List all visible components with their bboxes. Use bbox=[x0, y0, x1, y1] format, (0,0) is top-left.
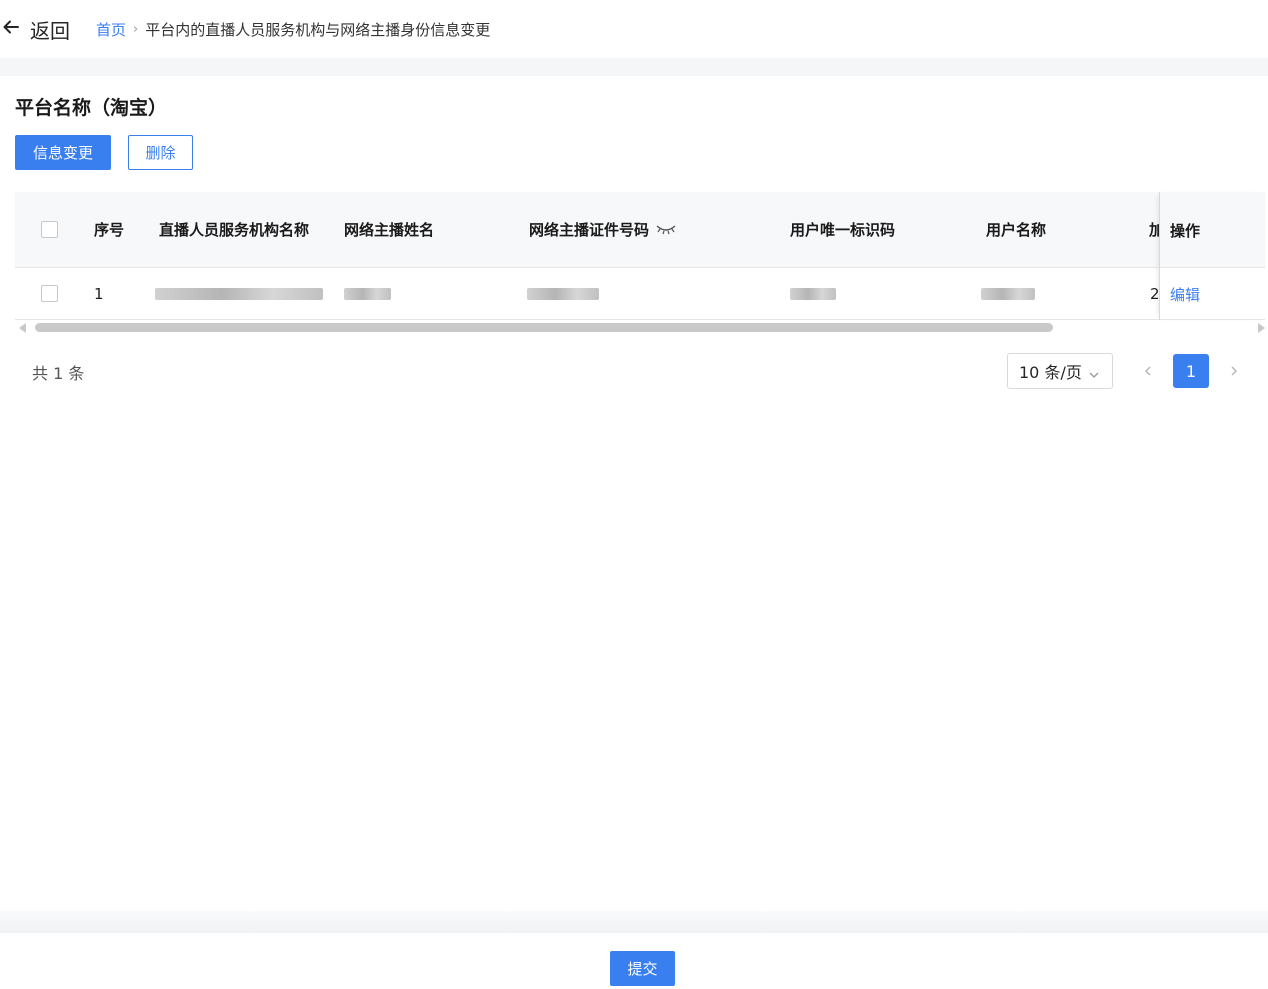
back-label: 返回 bbox=[30, 18, 70, 43]
page-number-current[interactable]: 1 bbox=[1173, 354, 1209, 388]
fixed-action-column: 操作 编辑 bbox=[1159, 192, 1265, 320]
column-header-user-uid: 用户唯一标识码 bbox=[790, 221, 896, 239]
column-header-truncated: 加 bbox=[1149, 221, 1159, 239]
horizontal-scrollbar[interactable] bbox=[15, 320, 1265, 334]
chevron-left-icon bbox=[1145, 366, 1151, 376]
breadcrumb-current: 平台内的直播人员服务机构与网络主播身份信息变更 bbox=[145, 20, 491, 39]
page-header: 返回 首页 › 平台内的直播人员服务机构与网络主播身份信息变更 bbox=[0, 0, 1268, 58]
page-size-value: 10 条/页 bbox=[1019, 363, 1082, 382]
select-all-checkbox[interactable] bbox=[41, 221, 58, 238]
row-checkbox[interactable] bbox=[41, 285, 58, 302]
column-header-id-number: 网络主播证件号码 bbox=[529, 192, 677, 267]
row-truncated-value: 2 bbox=[1150, 284, 1159, 303]
edit-link[interactable]: 编辑 bbox=[1170, 284, 1200, 305]
page-footer: 提交 bbox=[0, 933, 1268, 989]
row-agency-name-masked bbox=[155, 268, 323, 319]
table-row: 1 2 bbox=[15, 268, 1265, 320]
breadcrumb-home-link[interactable]: 首页 bbox=[96, 19, 126, 40]
row-select-cell bbox=[41, 268, 58, 319]
breadcrumb: 首页 › 平台内的直播人员服务机构与网络主播身份信息变更 bbox=[96, 19, 490, 40]
total-count: 共 1 条 bbox=[32, 364, 85, 383]
back-button[interactable]: 返回 bbox=[2, 15, 70, 44]
prev-page-button[interactable] bbox=[1141, 362, 1155, 380]
scroll-thumb[interactable] bbox=[35, 323, 1053, 332]
info-change-button[interactable]: 信息变更 bbox=[15, 135, 111, 170]
row-user-uid-masked bbox=[790, 268, 836, 319]
back-arrow-icon bbox=[2, 18, 20, 40]
header-divider-band bbox=[0, 58, 1268, 76]
column-header-user-name: 用户名称 bbox=[986, 221, 1047, 239]
column-header-id-number-label: 网络主播证件号码 bbox=[529, 221, 650, 239]
column-header-streamer-name: 网络主播姓名 bbox=[344, 221, 435, 239]
column-header-actions: 操作 bbox=[1170, 221, 1201, 240]
row-index: 1 bbox=[94, 284, 104, 303]
scroll-right-icon[interactable] bbox=[1258, 323, 1265, 333]
row-user-name-masked bbox=[981, 268, 1035, 319]
row-streamer-name-masked bbox=[344, 268, 391, 319]
row-edit-link: 编辑 bbox=[1170, 268, 1200, 320]
footer-divider-band bbox=[0, 911, 1268, 933]
column-header-index: 序号 bbox=[94, 221, 125, 239]
select-all-cell bbox=[41, 192, 58, 267]
breadcrumb-separator: › bbox=[133, 21, 139, 37]
delete-button[interactable]: 删除 bbox=[128, 135, 193, 170]
eye-closed-icon[interactable] bbox=[649, 221, 677, 239]
chevron-right-icon bbox=[1231, 366, 1237, 376]
data-table: 序号 直播人员服务机构名称 网络主播姓名 网络主播证件号码 用户唯一标识码 用户… bbox=[15, 192, 1265, 334]
row-id-number-masked bbox=[527, 268, 599, 319]
section-title: 平台名称（淘宝） bbox=[15, 97, 168, 119]
scroll-left-icon[interactable] bbox=[19, 323, 26, 333]
submit-button[interactable]: 提交 bbox=[610, 951, 675, 986]
page-size-select[interactable]: 10 条/页 bbox=[1007, 353, 1113, 389]
next-page-button[interactable] bbox=[1227, 362, 1241, 380]
chevron-down-icon bbox=[1088, 366, 1100, 385]
table-header: 序号 直播人员服务机构名称 网络主播姓名 网络主播证件号码 用户唯一标识码 用户… bbox=[15, 192, 1265, 268]
column-header-agency-name: 直播人员服务机构名称 bbox=[159, 221, 310, 239]
